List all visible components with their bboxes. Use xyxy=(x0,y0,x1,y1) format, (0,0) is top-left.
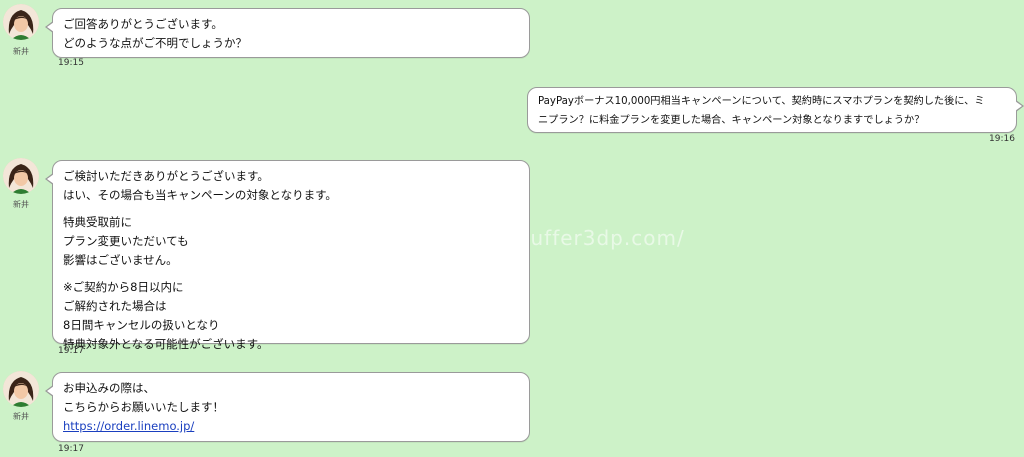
message-text: 特典対象外となる可能性がございます。 xyxy=(63,337,269,351)
agent-avatar xyxy=(3,158,39,194)
message-text: プラン変更いただいても xyxy=(63,234,189,248)
message-text: お申込みの際は、 xyxy=(63,381,155,395)
message-text: 8日間キャンセルの扱いとなり xyxy=(63,318,220,332)
message-text: ご回答ありがとうございます。 xyxy=(63,17,223,31)
user-message-bubble: PayPayボーナス10,000円相当キャンペーンについて、契約時にスマホプラン… xyxy=(527,87,1024,133)
message-text: PayPayボーナス10,000円相当キャンペーンについて、契約時にスマホプラン… xyxy=(538,96,985,107)
agent-name: 新井 xyxy=(13,200,29,209)
agent-name: 新井 xyxy=(13,47,29,56)
message-text: 特典受取前に xyxy=(63,215,132,229)
message-time: 19:15 xyxy=(58,58,84,68)
message-time: 19:17 xyxy=(58,346,84,356)
agent-name: 新井 xyxy=(13,412,29,421)
message-text: ご検討いただきありがとうございます。 xyxy=(63,169,269,183)
message-time: 19:16 xyxy=(989,134,1015,144)
agent-avatar xyxy=(3,371,39,407)
message-bubble: お申込みの際は、 こちらからお願いいたします！ https://order.li… xyxy=(45,372,530,442)
message-text: こちらからお願いいたします！ xyxy=(63,400,224,414)
message-text: はい、その場合も当キャンペーンの対象となります。 xyxy=(63,188,337,202)
message-text: ※ご契約から8日以内に xyxy=(63,280,184,294)
message-text: 影響はございません。 xyxy=(63,253,178,267)
message-text: ニプラン？に料金プランを変更した場合、キャンペーン対象となりますでしょうか？ xyxy=(538,115,925,126)
order-link[interactable]: https://order.linemo.jp/ xyxy=(63,417,519,436)
message-bubble: ご回答ありがとうございます。 どのような点がご不明でしょうか？ xyxy=(45,8,530,58)
message-time: 19:17 xyxy=(58,444,84,454)
message-text: ご解約された場合は xyxy=(63,299,167,313)
message-bubble: ご検討いただきありがとうございます。 はい、その場合も当キャンペーンの対象となり… xyxy=(45,160,530,351)
message-text: どのような点がご不明でしょうか？ xyxy=(63,36,247,50)
agent-avatar xyxy=(3,4,39,40)
